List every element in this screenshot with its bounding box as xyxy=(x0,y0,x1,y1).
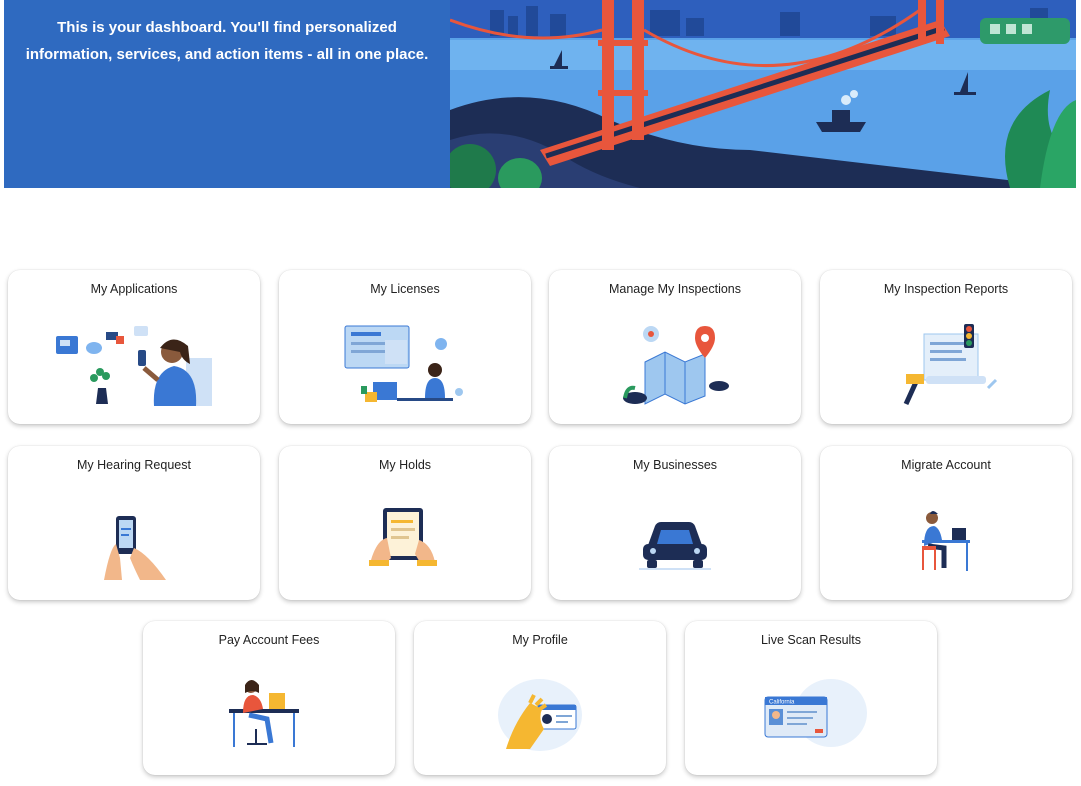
applications-illustration-icon xyxy=(56,326,212,406)
card-title: My Licenses xyxy=(370,282,440,296)
card-title: Live Scan Results xyxy=(760,633,862,647)
person-at-desk-illustration-icon xyxy=(922,511,970,571)
card-title: My Applications xyxy=(90,282,178,296)
card-title: Migrate Account xyxy=(901,458,991,472)
card-migrate-account[interactable]: Migrate Account xyxy=(820,446,1072,600)
card-title: Manage My Inspections xyxy=(608,282,741,296)
card-live-scan-results[interactable]: Live Scan Results California xyxy=(685,621,937,775)
card-pay-account-fees[interactable]: Pay Account Fees xyxy=(143,621,395,775)
card-manage-my-inspections[interactable]: Manage My Inspections xyxy=(549,270,801,424)
licenses-illustration-icon xyxy=(344,325,463,402)
card-my-businesses[interactable]: My Businesses xyxy=(549,446,801,600)
card-my-licenses[interactable]: My Licenses xyxy=(279,270,531,424)
hand-holding-id-card-illustration-icon xyxy=(498,679,582,751)
card-my-profile[interactable]: My Profile xyxy=(414,621,666,775)
card-title: My Inspection Reports xyxy=(883,282,1009,296)
tablet-in-hands-illustration-icon xyxy=(369,508,437,566)
id-card-state-label: California xyxy=(769,700,795,706)
california-id-card-illustration-icon: California xyxy=(764,679,867,747)
inspection-reports-illustration-icon xyxy=(903,324,998,406)
card-my-applications[interactable]: My Applications xyxy=(8,270,260,424)
phone-in-hands-illustration-icon xyxy=(104,516,166,580)
card-my-holds[interactable]: My Holds xyxy=(279,446,531,600)
card-title: My Hearing Request xyxy=(77,458,191,472)
card-my-inspection-reports[interactable]: My Inspection Reports xyxy=(820,270,1072,424)
card-title: My Profile xyxy=(512,633,568,647)
card-my-hearing-request[interactable]: My Hearing Request xyxy=(8,446,260,600)
car-illustration-icon xyxy=(639,522,711,570)
card-title: My Holds xyxy=(378,458,432,472)
card-title: My Businesses xyxy=(632,458,718,472)
person-working-laptop-illustration-icon xyxy=(229,680,299,747)
inspections-map-illustration-icon xyxy=(623,326,729,405)
card-title: Pay Account Fees xyxy=(218,633,320,647)
